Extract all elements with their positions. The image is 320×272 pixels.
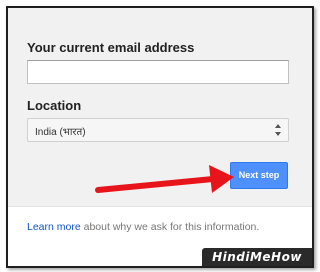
up-down-arrows-icon	[275, 124, 281, 136]
location-select[interactable]: India (भारत)	[27, 118, 289, 142]
email-form-card: Your current email address Location Indi…	[8, 8, 312, 207]
location-selected-value: India (भारत)	[35, 127, 86, 138]
next-step-button[interactable]: Next step	[230, 162, 288, 189]
watermark-text: HindiMeHow	[212, 250, 302, 264]
footer-info: Learn more about why we ask for this inf…	[27, 221, 259, 233]
email-input[interactable]	[27, 60, 289, 84]
watermark-logo: HindiMeHow	[202, 248, 312, 266]
footer-text: about why we ask for this information.	[80, 221, 260, 233]
learn-more-link[interactable]: Learn more	[27, 221, 81, 233]
screenshot-frame: Your current email address Location Indi…	[6, 6, 314, 268]
location-label: Location	[27, 98, 82, 113]
email-label: Your current email address	[27, 40, 195, 55]
screenshot-stage: Your current email address Location Indi…	[0, 0, 320, 272]
